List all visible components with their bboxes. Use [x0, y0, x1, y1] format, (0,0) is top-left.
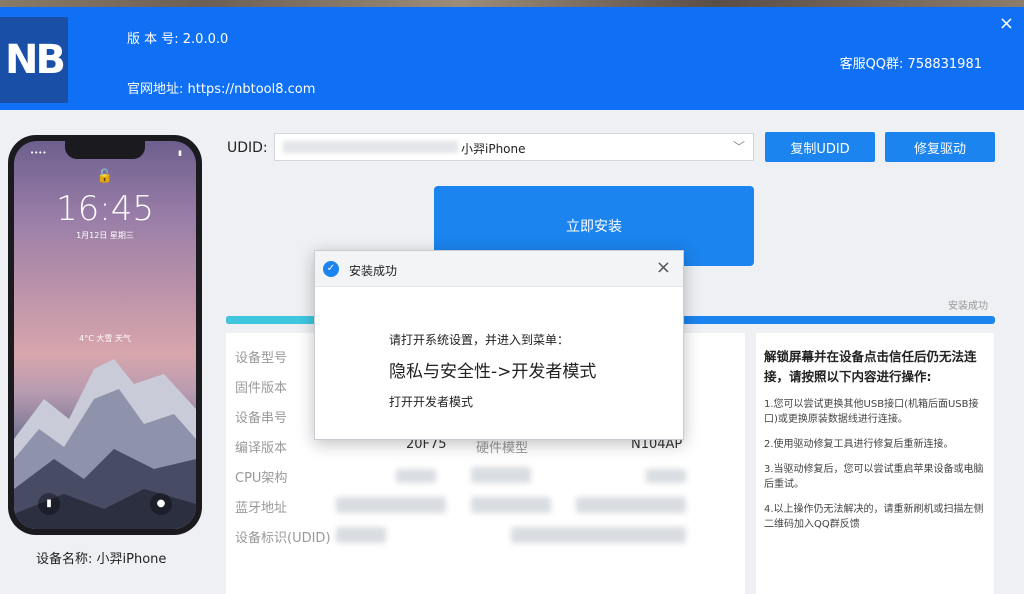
copy-udid-button[interactable]: 复制UDID	[765, 132, 875, 162]
chevron-down-icon: ﹀	[732, 140, 745, 154]
camera-icon: ●	[150, 493, 172, 515]
progress-fill-gradient	[226, 316, 316, 324]
success-icon: ✓	[323, 261, 339, 277]
phone-screen: •••• ▮ 🔓 16:45 1月12日 星期三 4°C 大雪 天气 ▮ ●	[14, 141, 196, 529]
udid-dropdown[interactable]: 小羿iPhone ﹀	[274, 133, 754, 161]
redacted-value	[396, 469, 436, 483]
dialog-instruction: 请打开系统设置，并进入到菜单：	[389, 333, 570, 347]
troubleshoot-title: 解锁屏幕并在设备点击信任后仍无法连接，请按照以下内容进行操作:	[764, 349, 977, 384]
troubleshoot-step-1: 1.您可以尝试更换其他USB接口(机箱后面USB接口)或更换原装数据线进行连接。	[764, 399, 979, 425]
website-text: 官网地址: https://nbtool8.com	[127, 82, 316, 97]
redacted-value	[576, 497, 686, 513]
info-label-bluetooth: 蓝牙地址	[235, 501, 288, 516]
repair-driver-button[interactable]: 修复驱动	[885, 132, 995, 162]
troubleshoot-panel: 解锁屏幕并在设备点击信任后仍无法连接，请按照以下内容进行操作: 1.您可以尝试更…	[756, 333, 994, 594]
progress-status-label: 安装成功	[948, 301, 988, 312]
troubleshoot-step-3: 3.当驱动修复后，您可以尝试重启苹果设备或电脑后重试。	[764, 464, 984, 490]
dialog-close-icon[interactable]: ×	[656, 257, 671, 278]
info-label-udid: 设备标识(UDID)	[235, 531, 331, 546]
dialog-menu-path: 隐私与安全性->开发者模式	[389, 362, 597, 382]
dialog-header: ✓ 安装成功 ×	[315, 251, 683, 287]
redacted-value	[336, 497, 446, 513]
troubleshoot-step-4: 4.以上操作仍无法解决的，请重新刷机或扫描左侧二维码加入QQ群反馈	[764, 504, 984, 530]
dialog-title: 安装成功	[349, 264, 398, 278]
redacted-value	[471, 467, 531, 483]
app-header: NB 版 本 号: 2.0.0.0 官网地址: https://nbtool8.…	[0, 7, 1024, 110]
troubleshoot-step-2: 2.使用驱动修复工具进行修复后重新连接。	[764, 439, 954, 450]
info-label-model: 设备型号	[235, 351, 288, 366]
udid-selected-device: 小羿iPhone	[461, 142, 526, 156]
lock-screen-date: 1月12日 星期三	[76, 231, 134, 240]
redacted-value	[646, 469, 686, 483]
redacted-value	[511, 527, 686, 543]
device-name-label: 设备名称: 小羿iPhone	[36, 552, 167, 567]
battery-icon: ▮	[178, 149, 182, 157]
signal-icon: ••••	[30, 149, 47, 157]
flashlight-icon: ▮	[38, 493, 60, 515]
install-success-dialog: ✓ 安装成功 × 请打开系统设置，并进入到菜单： 隐私与安全性->开发者模式 打…	[314, 250, 684, 440]
window-top-strip	[0, 0, 1024, 7]
phone-preview: •••• ▮ 🔓 16:45 1月12日 星期三 4°C 大雪 天气 ▮ ●	[8, 135, 202, 535]
qq-group-text: 客服QQ群: 758831981	[839, 57, 982, 72]
nb-logo: NB	[0, 17, 68, 103]
redacted-value	[336, 527, 386, 543]
close-icon[interactable]: ×	[999, 13, 1014, 34]
info-label-cpu: CPU架构	[235, 471, 288, 486]
lock-screen-time: 16:45	[56, 189, 154, 229]
info-label-firmware: 固件版本	[235, 381, 288, 396]
udid-label: UDID:	[227, 140, 268, 156]
version-text: 版 本 号: 2.0.0.0	[127, 32, 229, 47]
redacted-value	[471, 497, 551, 513]
udid-redacted	[283, 141, 458, 153]
dialog-action: 打开开发者模式	[389, 395, 474, 409]
info-label-build: 编译版本	[235, 441, 288, 456]
phone-notch	[65, 141, 145, 159]
unlock-icon: 🔓	[96, 169, 114, 184]
info-label-serial: 设备串号	[235, 411, 288, 426]
